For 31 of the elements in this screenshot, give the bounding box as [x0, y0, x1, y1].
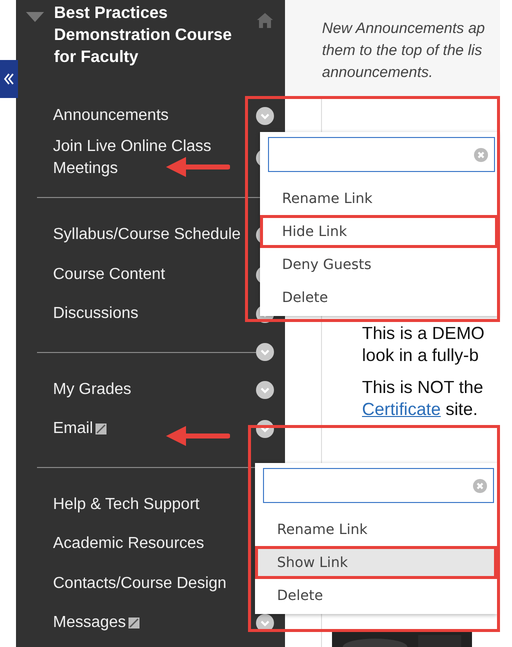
nav-link[interactable]: Course Content	[53, 264, 166, 286]
triangle-icon[interactable]	[26, 12, 44, 22]
nav-link[interactable]: Messages	[53, 612, 126, 634]
input-field[interactable]	[263, 468, 494, 503]
certificate-link[interactable]: Certificate	[362, 399, 441, 419]
nav-link[interactable]: Help & Tech Support	[53, 494, 200, 516]
nav-link[interactable]: Syllabus/Course Schedule	[53, 224, 241, 246]
double-chevron-icon	[4, 73, 14, 85]
dropdown-icon[interactable]	[256, 420, 274, 438]
dropdown-icon[interactable]	[256, 106, 274, 125]
nav-link[interactable]: Discussions	[53, 303, 138, 326]
nav-link[interactable]: My Grades	[53, 378, 132, 401]
menu-item[interactable]: Show Link	[255, 546, 497, 579]
dropdown-icon[interactable]	[256, 343, 274, 361]
body-text: This is a DEMO	[362, 322, 486, 344]
course-title: Best Practices Demonstration Course for Faculty	[54, 3, 233, 68]
nav-link[interactable]: Email	[53, 418, 94, 440]
body-text: site.	[444, 399, 478, 419]
collapse-tab[interactable]	[0, 60, 18, 98]
dropdown-icon[interactable]	[256, 380, 274, 399]
menu-item[interactable]: Hide Link	[260, 215, 498, 248]
input-field[interactable]	[268, 137, 495, 172]
body-text: This is NOT the	[362, 376, 484, 398]
nav-link[interactable]: Join Live Online Class Meetings	[53, 136, 256, 180]
instruction-text: New Announcements ap	[322, 19, 486, 39]
nav-link[interactable]: Announcements	[53, 104, 169, 127]
instruction-text: announcements.	[322, 63, 434, 83]
instruction-text: them to the top of the lis	[322, 41, 484, 61]
nav-link[interactable]: Academic Resources	[53, 533, 204, 556]
body-text: look in a fully-b	[362, 344, 480, 366]
nav-link[interactable]: Contacts/Course Design	[53, 572, 226, 595]
